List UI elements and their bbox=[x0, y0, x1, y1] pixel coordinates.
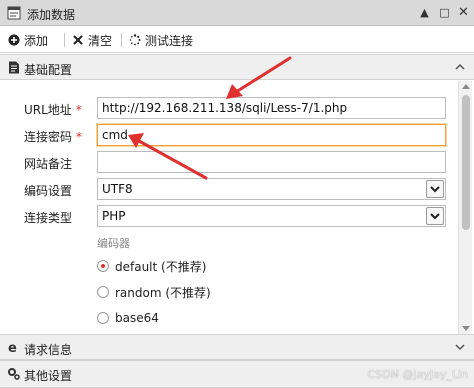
section-other-label: 其他设置 bbox=[24, 369, 73, 383]
section-request-header[interactable]: e 请求信息 bbox=[0, 334, 474, 360]
section-other-header[interactable]: 其他设置 CSDN @JayJay_Lin bbox=[0, 360, 474, 388]
test-connection-label: 测试连接 bbox=[145, 33, 194, 48]
encoder-option-random[interactable]: random (不推荐) bbox=[97, 284, 211, 300]
required-mark: * bbox=[76, 130, 83, 144]
chevron-up-icon[interactable] bbox=[454, 61, 466, 73]
spinner-icon bbox=[129, 34, 141, 46]
encoder-option-base64[interactable]: base64 bbox=[97, 310, 159, 326]
toolbar-divider bbox=[64, 33, 65, 47]
scroll-up-icon[interactable] bbox=[462, 84, 470, 89]
browser-e-icon: e bbox=[8, 341, 17, 354]
toolbar: 添加 清空 测试连接 bbox=[0, 27, 474, 53]
type-label: 连接类型 bbox=[24, 211, 73, 225]
chevron-down-icon bbox=[430, 213, 440, 220]
type-select-value: PHP bbox=[102, 209, 126, 223]
encoding-label: 编码设置 bbox=[24, 184, 73, 198]
chevron-down-icon bbox=[430, 186, 440, 193]
section-basic-label: 基础配置 bbox=[24, 63, 73, 77]
clear-button-label: 清空 bbox=[88, 33, 113, 48]
gears-icon bbox=[8, 368, 20, 380]
note-input[interactable] bbox=[97, 151, 446, 173]
encoder-title: 编码器 bbox=[97, 237, 130, 250]
encoding-select-value: UTF8 bbox=[102, 182, 133, 196]
password-label: 连接密码 * bbox=[24, 130, 83, 144]
dropdown-button[interactable] bbox=[426, 180, 444, 198]
svg-text:e: e bbox=[8, 341, 17, 354]
required-mark: * bbox=[75, 103, 82, 117]
encoder-option-label: random (不推荐) bbox=[115, 285, 211, 300]
encoder-option-label: default (不推荐) bbox=[115, 259, 207, 274]
section-basic-header[interactable]: 基础配置 bbox=[0, 54, 474, 80]
document-icon bbox=[9, 61, 19, 74]
url-input[interactable] bbox=[97, 97, 446, 119]
test-connection-button[interactable]: 测试连接 bbox=[129, 31, 193, 49]
csdn-watermark: CSDN @JayJay_Lin bbox=[367, 368, 468, 381]
toolbar-divider bbox=[121, 33, 122, 47]
add-icon bbox=[8, 34, 20, 46]
add-button[interactable]: 添加 bbox=[8, 31, 48, 49]
clear-icon bbox=[73, 35, 83, 45]
add-button-label: 添加 bbox=[24, 33, 49, 48]
radio-checked-icon[interactable] bbox=[97, 260, 109, 272]
scroll-down-icon[interactable] bbox=[462, 326, 470, 331]
window-title: 添加数据 bbox=[27, 8, 76, 22]
encoding-select[interactable]: UTF8 bbox=[97, 178, 446, 200]
chevron-down-icon[interactable] bbox=[454, 341, 466, 353]
password-input[interactable] bbox=[97, 124, 446, 146]
close-icon[interactable]: ✕ bbox=[456, 5, 471, 20]
encoder-option-label: base64 bbox=[115, 311, 159, 325]
clear-button[interactable]: 清空 bbox=[72, 31, 112, 49]
note-label: 网站备注 bbox=[24, 157, 73, 171]
url-label: URL地址 * bbox=[24, 103, 82, 117]
window-app-icon bbox=[7, 6, 21, 20]
radio-icon[interactable] bbox=[97, 312, 109, 324]
collapse-icon[interactable]: ▲ bbox=[417, 5, 432, 20]
type-select[interactable]: PHP bbox=[97, 205, 446, 227]
window-titlebar: 添加数据 ▲ □ ✕ bbox=[0, 0, 474, 26]
scrollbar[interactable] bbox=[458, 81, 472, 334]
section-request-label: 请求信息 bbox=[24, 343, 73, 357]
scrollbar-thumb[interactable] bbox=[462, 95, 470, 230]
dropdown-button[interactable] bbox=[426, 207, 444, 225]
maximize-icon[interactable]: □ bbox=[437, 5, 452, 20]
basic-config-panel: URL地址* 连接密码* 网站备注 编码设置 UTF8 连接类型 PHP 编码器… bbox=[0, 81, 474, 334]
encoder-option-default[interactable]: default (不推荐) bbox=[97, 258, 206, 274]
radio-icon[interactable] bbox=[97, 286, 109, 298]
